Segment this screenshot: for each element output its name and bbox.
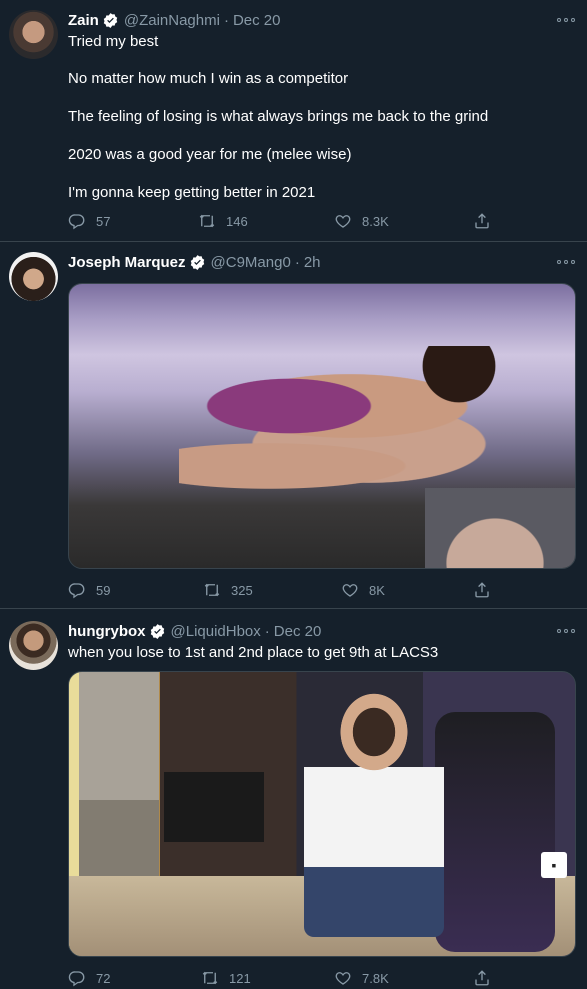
share-button[interactable] xyxy=(473,581,501,599)
share-button[interactable] xyxy=(473,969,501,987)
reply-icon xyxy=(68,971,85,987)
separator-dot: · xyxy=(264,622,270,640)
avatar[interactable] xyxy=(9,10,58,59)
twitch-logo-icon: ▪ xyxy=(541,852,567,878)
display-name[interactable]: Joseph Marquez xyxy=(68,254,186,271)
like-icon xyxy=(335,215,351,228)
like-icon xyxy=(335,972,351,985)
photo-gaming-chair xyxy=(435,712,555,952)
photo-table xyxy=(164,772,264,842)
display-name[interactable]: hungrybox xyxy=(68,623,146,640)
retweet-count: 146 xyxy=(226,213,248,229)
tweet-image[interactable] xyxy=(68,283,576,569)
separator-dot: · xyxy=(223,11,229,29)
timeline-feed: Zain @ZainNaghmi · Dec 20 Tried my best … xyxy=(0,0,587,989)
verified-badge-icon xyxy=(150,623,164,639)
reply-button[interactable]: 59 xyxy=(68,581,110,599)
reply-icon xyxy=(68,583,85,599)
share-button[interactable] xyxy=(473,212,501,230)
photo-overlay-face xyxy=(425,488,575,568)
share-icon xyxy=(475,582,489,598)
tweet-header: hungrybox @LiquidHbox · Dec 20 xyxy=(68,620,321,642)
retweet-icon xyxy=(199,214,215,228)
retweet-icon xyxy=(204,583,220,597)
photo-subject xyxy=(304,687,444,937)
reply-button[interactable]: 57 xyxy=(68,212,110,230)
timestamp[interactable]: Dec 20 xyxy=(274,623,322,640)
tweet-text-line: The feeling of losing is what always bri… xyxy=(68,108,489,125)
verified-badge-icon xyxy=(190,254,204,270)
tweet-text: when you lose to 1st and 2nd place to ge… xyxy=(68,644,439,661)
tweet-mango[interactable]: Joseph Marquez @C9Mang0 · 2h 59 325 8K xyxy=(0,242,587,608)
reply-count: 57 xyxy=(96,213,111,229)
tweet-header: Joseph Marquez @C9Mang0 · 2h xyxy=(68,251,321,273)
tweet-actions: 59 325 8K xyxy=(68,581,498,601)
retweet-count: 121 xyxy=(229,970,251,986)
more-icon[interactable] xyxy=(557,257,575,267)
tweet-text-line: Tried my best xyxy=(68,33,159,50)
photo-subject xyxy=(179,346,499,496)
like-count: 7.8K xyxy=(362,970,389,986)
tweet-actions: 72 121 7.8K xyxy=(68,969,498,989)
tweet-header: Zain @ZainNaghmi · Dec 20 xyxy=(68,9,280,31)
like-button[interactable]: 8K xyxy=(341,581,385,599)
retweet-button[interactable]: 146 xyxy=(198,212,248,230)
retweet-button[interactable]: 121 xyxy=(201,969,251,987)
tweet-image[interactable]: ▪ xyxy=(68,671,576,957)
user-handle[interactable]: @ZainNaghmi xyxy=(124,12,220,29)
share-icon xyxy=(475,213,489,229)
retweet-count: 325 xyxy=(231,582,253,598)
tweet-actions: 57 146 8.3K xyxy=(68,212,498,232)
tweet-text-line: No matter how much I win as a competitor xyxy=(68,70,349,87)
verified-badge-icon xyxy=(103,12,118,28)
more-icon[interactable] xyxy=(557,15,575,25)
avatar[interactable] xyxy=(9,621,58,670)
retweet-icon xyxy=(202,971,218,985)
tweet-hungrybox[interactable]: hungrybox @LiquidHbox · Dec 20 when you … xyxy=(0,609,587,989)
like-button[interactable]: 8.3K xyxy=(334,212,389,230)
like-icon xyxy=(342,584,358,597)
avatar[interactable] xyxy=(9,252,58,301)
display-name[interactable]: Zain xyxy=(68,12,99,29)
retweet-button[interactable]: 325 xyxy=(203,581,253,599)
reply-button[interactable]: 72 xyxy=(68,969,110,987)
like-count: 8.3K xyxy=(362,213,389,229)
user-handle[interactable]: @C9Mang0 xyxy=(211,254,291,271)
reply-count: 59 xyxy=(96,582,111,598)
tweet-text-line: 2020 was a good year for me (melee wise) xyxy=(68,146,352,163)
reply-count: 72 xyxy=(96,970,111,986)
separator-dot: · xyxy=(294,253,300,271)
more-icon[interactable] xyxy=(557,626,575,636)
user-handle[interactable]: @LiquidHbox xyxy=(171,623,261,640)
share-icon xyxy=(475,970,489,986)
tweet-zain[interactable]: Zain @ZainNaghmi · Dec 20 Tried my best … xyxy=(0,0,587,241)
timestamp[interactable]: 2h xyxy=(304,254,321,271)
timestamp[interactable]: Dec 20 xyxy=(233,12,281,29)
like-button[interactable]: 7.8K xyxy=(334,969,389,987)
tweet-text-line: I'm gonna keep getting better in 2021 xyxy=(68,184,316,201)
reply-icon xyxy=(68,214,85,230)
like-count: 8K xyxy=(369,582,385,598)
